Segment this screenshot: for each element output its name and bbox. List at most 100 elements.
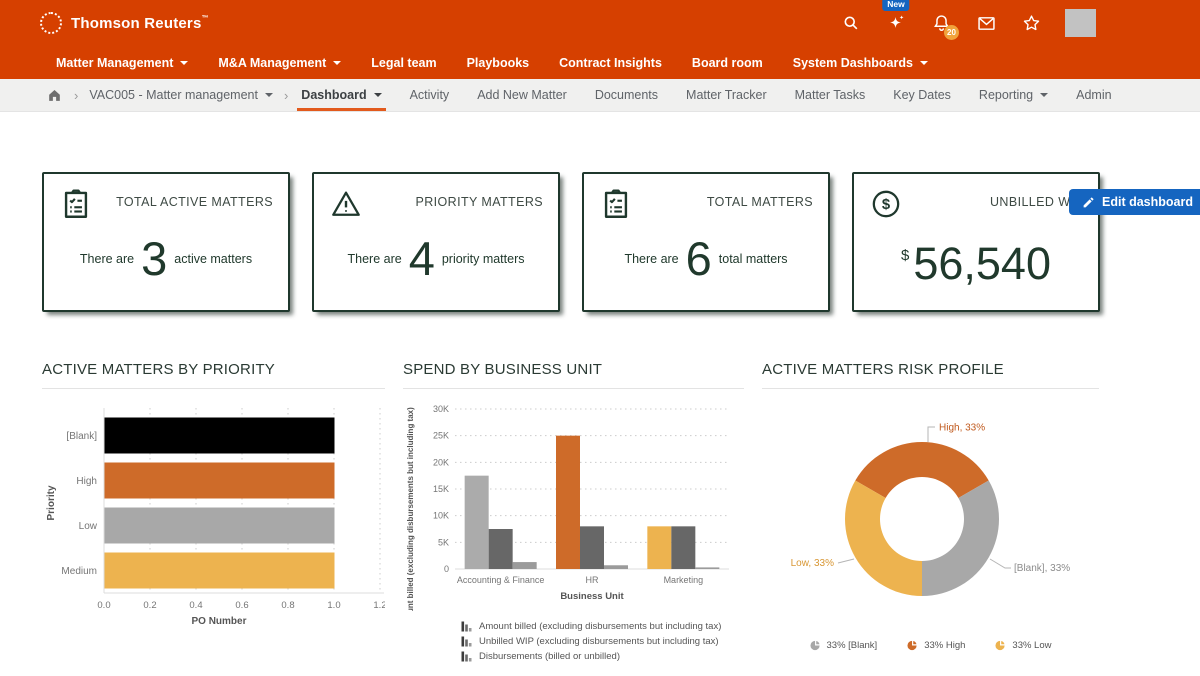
svg-text:Marketing: Marketing (664, 575, 704, 585)
svg-text:Priority: Priority (46, 485, 57, 520)
svg-text:Low, 33%: Low, 33% (791, 558, 834, 569)
stat-card-title: TOTAL MATTERS (707, 195, 813, 209)
new-badge: New (882, 0, 909, 11)
breadcrumb-separator: › (74, 88, 78, 103)
stat-number: 56,540 (913, 241, 1051, 286)
dashboard-content: Edit dashboard TOTAL ACTIVE MATTERS Ther… (0, 172, 1200, 662)
breadcrumb-separator: › (284, 88, 288, 103)
currency-symbol: $ (901, 247, 909, 264)
chevron-down-icon (180, 61, 188, 65)
breadcrumb: › VAC005 - Matter management › Dashboard… (0, 79, 1200, 112)
svg-text:[Blank]: [Blank] (66, 431, 97, 442)
ai-sparkle-icon[interactable]: New (885, 12, 907, 34)
tab-add-new-matter[interactable]: Add New Matter (477, 79, 567, 111)
svg-text:Low: Low (79, 521, 98, 532)
tab-admin[interactable]: Admin (1076, 79, 1111, 111)
nav-item-matter-management[interactable]: Matter Management (56, 56, 188, 70)
dashboard-page: Thomson Reuters™ New 20 Matter Ma (0, 0, 1200, 676)
stat-card-value: There are 6 total matters (599, 235, 813, 282)
svg-text:$: $ (882, 197, 891, 213)
thomson-reuters-logo[interactable]: Thomson Reuters™ (40, 12, 209, 34)
risk-chart-legend: 33% [Blank] 33% High 33% Low (762, 640, 1099, 651)
mail-icon[interactable] (975, 12, 997, 34)
chart-title: SPEND BY BUSINESS UNIT (403, 361, 744, 378)
pie-icon (907, 640, 918, 651)
home-icon[interactable] (46, 87, 63, 104)
svg-text:High, 33%: High, 33% (939, 423, 985, 434)
stat-number: 4 (409, 235, 435, 282)
edit-dashboard-button[interactable]: Edit dashboard (1069, 189, 1200, 215)
chart-spend-by-business-unit: SPEND BY BUSINESS UNIT 05K10K15K20K25K30… (403, 361, 744, 662)
chevron-down-icon (374, 93, 382, 97)
svg-text:5K: 5K (438, 537, 449, 547)
nav-item-legal-team[interactable]: Legal team (371, 56, 436, 70)
tab-reporting[interactable]: Reporting (979, 79, 1048, 111)
stat-card-value: $ 56,540 (869, 241, 1083, 286)
svg-text:High: High (76, 476, 97, 487)
stat-card-value: There are 4 priority matters (329, 235, 543, 282)
legend-item-low[interactable]: 33% Low (995, 640, 1051, 651)
divider (403, 388, 744, 389)
svg-text:Accounting & Finance: Accounting & Finance (457, 575, 545, 585)
svg-text:0.4: 0.4 (189, 600, 202, 611)
svg-text:10K: 10K (433, 511, 449, 521)
legend-item-disbursements[interactable]: Disbursements (billed or unbilled) (461, 650, 744, 662)
chart-title: ACTIVE MATTERS RISK PROFILE (762, 361, 1099, 378)
svg-text:0.0: 0.0 (97, 600, 110, 611)
legend-item-blank[interactable]: 33% [Blank] (810, 640, 878, 651)
kpi-cards: TOTAL ACTIVE MATTERS There are 3 active … (42, 172, 1200, 312)
chevron-down-icon (265, 93, 273, 97)
nav-item-playbooks[interactable]: Playbooks (467, 56, 530, 70)
svg-text:15K: 15K (433, 484, 449, 494)
legend-item-unbilled-wip[interactable]: Unbilled WIP (excluding disbursements bu… (461, 635, 744, 647)
clipboard-check-icon (599, 187, 633, 221)
nav-item-board-room[interactable]: Board room (692, 56, 763, 70)
dollar-circle-icon: $ (869, 187, 903, 221)
charts-row: ACTIVE MATTERS BY PRIORITY [Blank]HighLo… (42, 361, 1200, 662)
chart-active-matters-risk-profile: ACTIVE MATTERS RISK PROFILE High, 33%[Bl… (762, 361, 1099, 662)
trademark: ™ (202, 15, 209, 22)
tab-activity[interactable]: Activity (410, 79, 450, 111)
svg-text:0.8: 0.8 (281, 600, 294, 611)
svg-text:0.6: 0.6 (235, 600, 248, 611)
search-icon[interactable] (840, 12, 862, 34)
svg-text:30K: 30K (433, 404, 449, 414)
chart-active-matters-by-priority: ACTIVE MATTERS BY PRIORITY [Blank]HighLo… (42, 361, 385, 662)
breadcrumb-matter[interactable]: VAC005 - Matter management (89, 88, 273, 102)
tab-matter-tracker[interactable]: Matter Tracker (686, 79, 767, 111)
nav-item-contract-insights[interactable]: Contract Insights (559, 56, 662, 70)
legend-item-high[interactable]: 33% High (907, 640, 965, 651)
module-nav: Matter Management M&A Management Legal t… (0, 46, 1200, 79)
bar-chart-icon (461, 650, 473, 662)
app-header: Thomson Reuters™ New 20 (0, 0, 1200, 46)
svg-text:20K: 20K (433, 457, 449, 467)
bar-chart-icon (461, 635, 473, 647)
stat-card-unbilled-wip: $ UNBILLED WIP $ 56,540 (852, 172, 1100, 312)
svg-text:25K: 25K (433, 431, 449, 441)
user-avatar[interactable] (1065, 9, 1096, 37)
svg-text:1.0: 1.0 (327, 600, 340, 611)
stat-card-total-active-matters: TOTAL ACTIVE MATTERS There are 3 active … (42, 172, 290, 312)
pie-icon (995, 640, 1006, 651)
legend-item-amount-billed[interactable]: Amount billed (excluding disbursements b… (461, 620, 744, 632)
stat-number: 6 (686, 235, 712, 282)
tab-key-dates[interactable]: Key Dates (893, 79, 951, 111)
tab-documents[interactable]: Documents (595, 79, 658, 111)
tab-dashboard[interactable]: Dashboard (301, 79, 381, 111)
nav-item-ma-management[interactable]: M&A Management (218, 56, 341, 70)
stat-card-title: TOTAL ACTIVE MATTERS (116, 195, 273, 209)
pencil-icon (1082, 196, 1095, 209)
header-actions: New 20 (840, 9, 1200, 37)
nav-item-system-dashboards[interactable]: System Dashboards (793, 56, 928, 70)
notifications-bell-icon[interactable]: 20 (930, 12, 952, 34)
pie-icon (810, 640, 821, 651)
tab-matter-tasks[interactable]: Matter Tasks (795, 79, 866, 111)
risk-donut-chart: High, 33%[Blank], 33%Low, 33% (762, 399, 1099, 621)
spend-chart-legend: Amount billed (excluding disbursements b… (461, 620, 744, 662)
svg-text:Business Unit: Business Unit (560, 591, 624, 602)
favorites-star-icon[interactable] (1020, 12, 1042, 34)
spend-bar-chart: 05K10K15K20K25K30KAccounting & FinanceHR… (403, 399, 744, 611)
tr-kinesis-icon (40, 12, 62, 34)
divider (42, 388, 385, 389)
stat-card-total-matters: TOTAL MATTERS There are 6 total matters (582, 172, 830, 312)
